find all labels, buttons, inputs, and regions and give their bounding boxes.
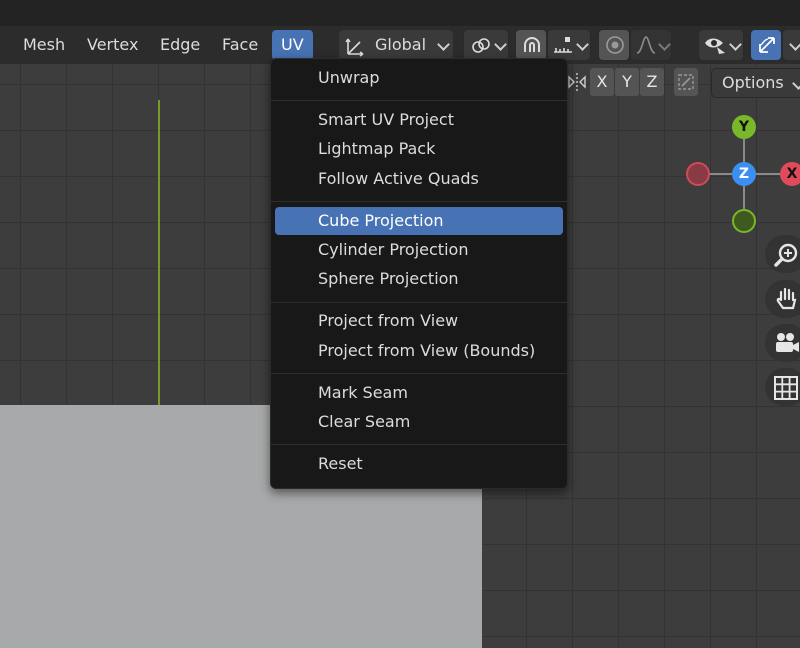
blender-window: Mesh Vertex Edge Face UV Global X Y Z Op… — [0, 0, 800, 648]
uv-menu: Unwrap Smart UV Project Lightmap Pack Fo… — [270, 58, 568, 489]
menu-item-lightmap-pack[interactable]: Lightmap Pack — [275, 135, 563, 163]
zoom-button[interactable] — [765, 235, 800, 273]
snap-toggle[interactable] — [515, 29, 547, 61]
menu-item-project-from-view[interactable]: Project from View — [275, 307, 563, 335]
camera-button[interactable] — [765, 324, 800, 362]
menu-item-mark-seam[interactable]: Mark Seam — [275, 379, 563, 407]
menu-item-cylinder-projection[interactable]: Cylinder Projection — [275, 236, 563, 264]
menu-face[interactable]: Face — [213, 30, 267, 60]
gizmo-z-axis[interactable]: Z — [732, 162, 756, 186]
options-dropdown[interactable]: Options — [711, 68, 800, 98]
y-axis-line — [158, 100, 160, 405]
menu-item-unwrap[interactable]: Unwrap — [275, 64, 563, 92]
chevron-down-icon — [789, 38, 800, 51]
grid-icon — [773, 375, 799, 405]
camera-icon — [773, 331, 800, 361]
snap-target-dropdown[interactable] — [547, 29, 591, 61]
menu-item-follow-active-quads[interactable]: Follow Active Quads — [275, 165, 563, 193]
gizmo-neg-x-axis[interactable] — [686, 162, 710, 186]
mirror-axis-toolbar: X Y Z — [566, 68, 706, 98]
menu-uv[interactable]: UV — [272, 30, 313, 60]
auto-merge-icon — [676, 74, 696, 96]
transform-orientation-label: Global — [375, 35, 427, 54]
chevron-down-icon — [576, 38, 589, 51]
visibility-icon — [703, 34, 727, 66]
pivot-link-dropdown[interactable] — [463, 29, 509, 61]
gizmo-dropdown[interactable] — [782, 29, 800, 61]
menu-separator — [271, 444, 567, 445]
menu-separator — [271, 201, 567, 202]
menu-item-sphere-projection[interactable]: Sphere Projection — [275, 265, 563, 293]
menu-vertex[interactable]: Vertex — [78, 30, 147, 60]
menu-item-project-from-view-bounds[interactable]: Project from View (Bounds) — [275, 337, 563, 365]
options-label: Options — [722, 73, 784, 92]
zoom-icon — [774, 242, 800, 272]
gizmo-toggle[interactable] — [750, 29, 782, 61]
falloff-curve-icon — [635, 34, 657, 66]
menu-mesh[interactable]: Mesh — [14, 30, 74, 60]
mirror-icon — [566, 71, 588, 97]
menu-item-clear-seam[interactable]: Clear Seam — [275, 408, 563, 436]
mirror-x-button[interactable]: X — [590, 68, 614, 96]
gizmo-y-axis[interactable]: Y — [732, 115, 756, 139]
menu-item-cube-projection[interactable]: Cube Projection — [275, 207, 563, 235]
chevron-down-icon — [437, 38, 450, 51]
chevron-down-icon — [494, 38, 507, 51]
mirror-y-button[interactable]: Y — [615, 68, 639, 96]
pan-button[interactable] — [765, 280, 800, 318]
gizmo-icon — [756, 34, 778, 66]
visibility-dropdown[interactable] — [698, 29, 744, 61]
menu-item-smart-uv-project[interactable]: Smart UV Project — [275, 106, 563, 134]
hand-icon — [774, 286, 800, 316]
menu-separator — [271, 100, 567, 101]
proportional-edit-toggle[interactable] — [598, 29, 630, 61]
auto-merge-button[interactable] — [674, 68, 698, 96]
chevron-down-icon — [658, 38, 671, 51]
proportional-edit-icon — [604, 34, 626, 66]
transform-orientation-dropdown[interactable]: Global — [338, 29, 454, 61]
menu-separator — [271, 373, 567, 374]
chevron-down-icon — [729, 38, 742, 51]
perspective-toggle-button[interactable] — [765, 368, 800, 406]
gizmo-x-axis[interactable]: X — [780, 162, 800, 186]
menu-item-reset[interactable]: Reset — [275, 450, 563, 478]
mirror-z-button[interactable]: Z — [640, 68, 664, 96]
gizmo-neg-y-axis[interactable] — [732, 209, 756, 233]
menu-separator — [271, 302, 567, 303]
falloff-dropdown[interactable] — [630, 29, 672, 61]
top-strip — [0, 0, 800, 26]
menu-edge[interactable]: Edge — [151, 30, 209, 60]
chevron-down-icon — [792, 77, 800, 90]
